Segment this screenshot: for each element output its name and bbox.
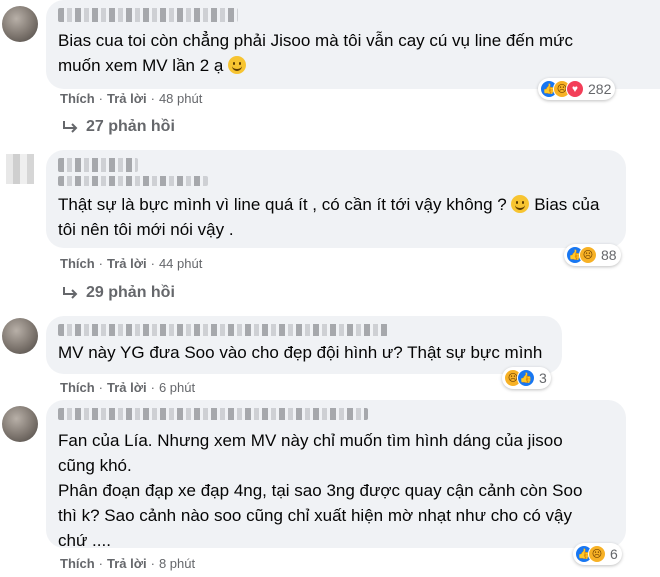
like-button[interactable]: Thích xyxy=(60,256,95,271)
sad-icon: ☹ xyxy=(579,246,597,264)
comment-text: Bias cua toi còn chẳng phải Jisoo mà tôi… xyxy=(58,31,574,75)
author-name-blurred[interactable] xyxy=(58,324,388,336)
timestamp[interactable]: 48 phút xyxy=(159,91,202,106)
author-name-blurred[interactable] xyxy=(58,8,238,22)
smile-emoji-icon xyxy=(511,195,530,213)
reaction-count: 3 xyxy=(539,370,547,386)
smile-emoji-icon xyxy=(228,56,247,74)
like-icon: 👍 xyxy=(517,369,535,387)
view-replies-button[interactable]: 27 phản hồi xyxy=(62,118,175,136)
comment-actions: Thích · Trả lời · 44 phút xyxy=(60,256,203,271)
author-name-blurred[interactable] xyxy=(58,158,138,172)
comment-actions: Thích · Trả lời · 48 phút xyxy=(60,91,203,106)
like-button[interactable]: Thích xyxy=(60,380,95,395)
comment-text: MV này YG đưa Soo vào cho đẹp đội hình ư… xyxy=(58,343,543,362)
comment-bubble: Fan của Lía. Nhưng xem MV này chỉ muốn t… xyxy=(46,400,626,550)
comment-text: Thật sự là bực mình vì line quá ít , có … xyxy=(58,195,600,239)
comment-actions: Thích · Trả lời · 8 phút xyxy=(60,556,196,571)
avatar[interactable] xyxy=(2,6,38,42)
reaction-count: 6 xyxy=(610,546,618,562)
love-icon: ♥ xyxy=(566,80,584,98)
reply-button[interactable]: Trả lời xyxy=(107,380,147,395)
like-button[interactable]: Thích xyxy=(60,91,95,106)
reply-button[interactable]: Trả lời xyxy=(107,556,147,571)
comment-bubble: MV này YG đưa Soo vào cho đẹp đội hình ư… xyxy=(46,316,562,374)
reply-button[interactable]: Trả lời xyxy=(107,256,147,271)
comment-actions: Thích · Trả lời · 6 phút xyxy=(60,380,196,395)
reaction-summary[interactable]: 👍 ☹ 6 xyxy=(573,543,622,565)
comment-bubble: Thật sự là bực mình vì line quá ít , có … xyxy=(46,150,626,248)
comment-bubble: Bias cua toi còn chẳng phải Jisoo mà tôi… xyxy=(46,0,660,89)
reply-button[interactable]: Trả lời xyxy=(107,91,147,106)
author-name-blurred[interactable] xyxy=(58,408,368,420)
like-button[interactable]: Thích xyxy=(60,556,95,571)
avatar[interactable] xyxy=(6,154,34,184)
reply-arrow-icon xyxy=(63,121,78,133)
reaction-summary[interactable]: 👍 ☹ 88 xyxy=(564,244,621,266)
avatar[interactable] xyxy=(2,318,38,354)
reaction-summary[interactable]: 👍 ☹ ♥ 282 xyxy=(538,78,616,100)
reaction-summary[interactable]: ☹ 👍 3 xyxy=(502,367,551,389)
timestamp[interactable]: 6 phút xyxy=(159,380,195,395)
reaction-count: 88 xyxy=(601,247,617,263)
sad-icon: ☹ xyxy=(588,545,606,563)
view-replies-button[interactable]: 29 phản hồi xyxy=(62,284,175,302)
comment-text: Fan của Lía. Nhưng xem MV này chỉ muốn t… xyxy=(58,431,583,550)
timestamp[interactable]: 8 phút xyxy=(159,556,195,571)
timestamp[interactable]: 44 phút xyxy=(159,256,202,271)
avatar[interactable] xyxy=(2,406,38,442)
reaction-count: 282 xyxy=(588,81,612,97)
author-name-blurred-2 xyxy=(58,176,208,186)
reply-arrow-icon xyxy=(63,287,78,299)
